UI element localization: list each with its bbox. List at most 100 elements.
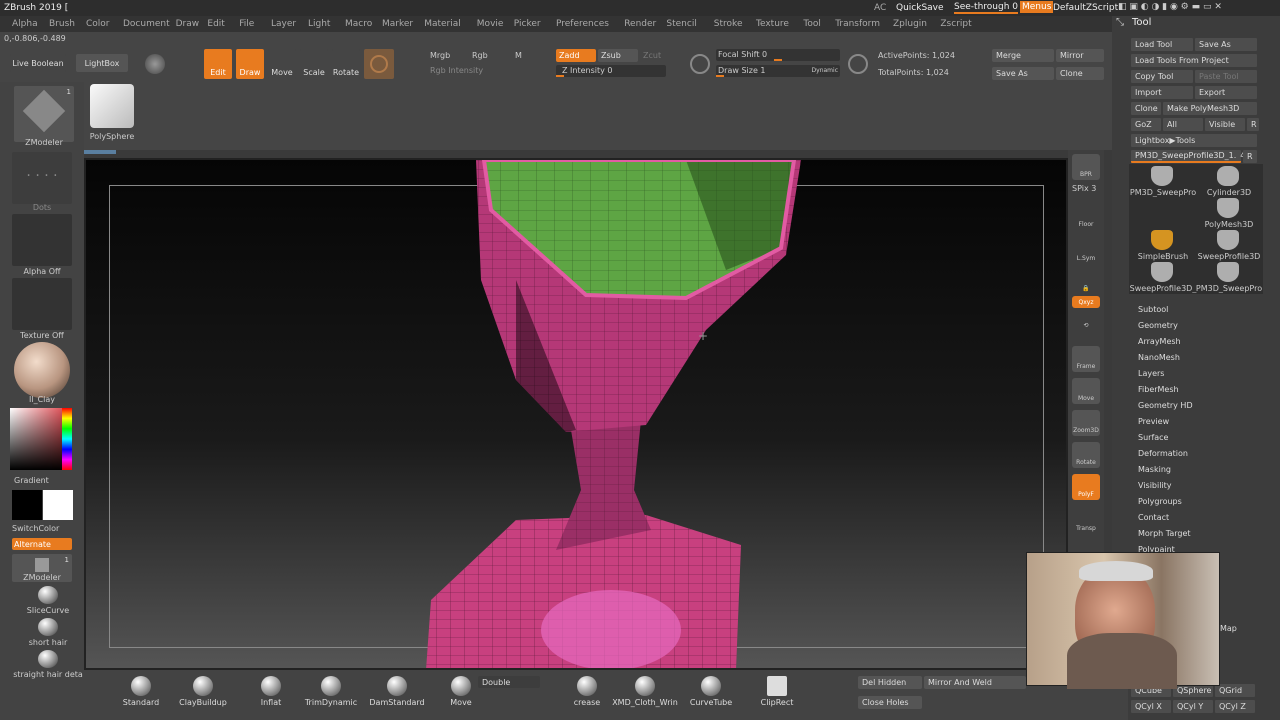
bottom-brush-cliprect[interactable]: ClipRect (744, 676, 810, 707)
tool-thumb-goblet-0-icon[interactable] (1151, 166, 1173, 186)
menu-stencil[interactable]: Stencil (666, 19, 696, 29)
menu-transform[interactable]: Transform (835, 19, 880, 29)
panel-layers[interactable]: Layers (1138, 369, 1164, 378)
document-canvas[interactable]: + (84, 158, 1068, 670)
bottom-brush-xmd-cloth-wrin[interactable]: XMD_Cloth_Wrin (612, 676, 678, 707)
dots-stroke-icon[interactable]: · · · · (12, 152, 72, 204)
tool-thumb-label-5[interactable]: SweepProfile3D_ (1129, 284, 1197, 293)
secondary-color-swatch[interactable] (12, 490, 42, 520)
spotlight-icon[interactable] (145, 54, 165, 74)
menu-draw[interactable]: Draw (176, 19, 200, 29)
mirror-button[interactable]: Mirror (1056, 49, 1104, 62)
panel-arraymesh[interactable]: ArrayMesh (1138, 337, 1181, 346)
window-controls-icon[interactable]: ◧ ▣ ◐ ◑ ▮ ◉ ⚙ ▬ ▭ ✕ (1118, 2, 1222, 12)
load-tools-from-project-button[interactable]: Load Tools From Project (1131, 54, 1257, 67)
bottom-brush-damstandard[interactable]: DamStandard (362, 676, 432, 707)
zcut-button[interactable]: Zcut (643, 51, 661, 60)
panel-fibermesh[interactable]: FiberMesh (1138, 385, 1179, 394)
material-swatch[interactable] (364, 49, 394, 79)
bottom-brush-trimdynamic[interactable]: TrimDynamic (296, 676, 366, 707)
lightbox-tools-button[interactable]: Lightbox▶Tools (1131, 134, 1257, 147)
lsym-button[interactable]: L.Sym (1072, 238, 1100, 264)
menu-texture[interactable]: Texture (756, 19, 789, 29)
panel-polygroups[interactable]: Polygroups (1138, 497, 1182, 506)
menu-zplugin[interactable]: Zplugin (893, 19, 927, 29)
panel-preview[interactable]: Preview (1138, 417, 1169, 426)
hue-strip[interactable] (62, 408, 72, 470)
import-button[interactable]: Import (1131, 86, 1193, 99)
brush-0-icon[interactable] (38, 586, 58, 604)
tool-thumb-label-0[interactable]: PM3D_SweepPro (1129, 188, 1197, 197)
material-sphere[interactable] (14, 342, 70, 398)
zoom3d-button[interactable]: Zoom3D (1072, 410, 1100, 436)
panel-subtool[interactable]: Subtool (1138, 305, 1168, 314)
switchcolor-button[interactable]: SwitchColor (12, 524, 59, 533)
dynamic-size-icon[interactable] (848, 54, 868, 74)
edit-button[interactable]: Edit (204, 49, 232, 79)
panel-deformation[interactable]: Deformation (1138, 449, 1188, 458)
panel-geometry[interactable]: Geometry (1138, 321, 1178, 330)
goz-all-button[interactable]: All (1163, 118, 1203, 131)
alternate-button[interactable]: Alternate (12, 538, 72, 550)
current-tool-thumbnail[interactable]: 1 (14, 86, 74, 142)
rotate-view-button[interactable]: Rotate (1072, 442, 1100, 468)
primary-color-swatch[interactable] (43, 490, 73, 520)
close-holes-button[interactable]: Close Holes (858, 696, 922, 709)
panel-masking[interactable]: Masking (1138, 465, 1171, 474)
primitive-qcyl-z-button[interactable]: QCyl Z (1215, 700, 1255, 713)
polyf-button[interactable]: PolyF (1072, 474, 1100, 500)
mirror-and-weld-button[interactable]: Mirror And Weld (924, 676, 1026, 689)
current-tool-slider[interactable]: PM3D_SweepProfile3D_1. 49 (1131, 150, 1250, 163)
menu-brush[interactable]: Brush (49, 19, 75, 29)
rgb-button[interactable]: Rgb (472, 51, 488, 60)
color-picker[interactable] (10, 408, 72, 470)
panel-morph-target[interactable]: Morph Target (1138, 529, 1191, 538)
double-button[interactable]: Double (478, 676, 540, 688)
zsub-button[interactable]: Zsub (598, 49, 638, 62)
frame-button[interactable]: Frame (1072, 346, 1100, 372)
mrgb-button[interactable]: Mrgb (430, 51, 450, 60)
tool-palette-header[interactable]: Tool (1132, 17, 1151, 28)
m-button[interactable]: M (515, 51, 522, 60)
bottom-brush-standard[interactable]: Standard (106, 676, 176, 707)
floor-button[interactable]: Floor (1072, 204, 1100, 230)
menu-picker[interactable]: Picker (514, 19, 541, 29)
copy-tool-button[interactable]: Copy Tool (1131, 70, 1193, 83)
primitive-qcyl-x-button[interactable]: QCyl X (1131, 700, 1171, 713)
menu-material[interactable]: Material (424, 19, 461, 29)
tool-thumb-label-6[interactable]: PM3D_SweepPro (1195, 284, 1263, 293)
menu-tool[interactable]: Tool (803, 19, 820, 29)
menu-stroke[interactable]: Stroke (714, 19, 743, 29)
menu-preferences[interactable]: Preferences (556, 19, 609, 29)
make-polymesh-button[interactable]: Make PolyMesh3D (1163, 102, 1257, 115)
bottom-brush-claybuildup[interactable]: ClayBuildup (168, 676, 238, 707)
bpr-button[interactable]: BPR (1072, 154, 1100, 180)
rgb-intensity-slider[interactable]: Rgb Intensity (430, 66, 483, 75)
dynamic-toggle[interactable]: Dynamic (812, 67, 838, 74)
merge-button[interactable]: Merge (992, 49, 1054, 62)
menu-file[interactable]: File (239, 19, 254, 29)
panel-geometry-hd[interactable]: Geometry HD (1138, 401, 1193, 410)
lightbox-button[interactable]: LightBox (76, 54, 128, 72)
lock-icon[interactable]: 🔒 (1072, 268, 1100, 294)
see-through-slider[interactable]: See-through 0 (954, 2, 1018, 14)
tool-thumb-label-2[interactable]: PolyMesh3D (1195, 220, 1263, 229)
menu-light[interactable]: Light (308, 19, 330, 29)
clone-button[interactable]: Clone (1056, 67, 1104, 80)
panel-surface[interactable]: Surface (1138, 433, 1168, 442)
primitive-qgrid-button[interactable]: QGrid (1215, 684, 1255, 697)
move-view-button[interactable]: Move (1072, 378, 1100, 404)
save-as-button[interactable]: Save As (992, 67, 1054, 80)
lazy-mouse-icon[interactable] (690, 54, 710, 74)
menu-zscript[interactable]: Zscript (940, 19, 971, 29)
polysphere-thumbnail[interactable] (90, 84, 134, 128)
tool-palette-icon[interactable]: ⤡ (1116, 17, 1124, 28)
menu-alpha[interactable]: Alpha (12, 19, 38, 29)
bottom-brush-crease[interactable]: crease (554, 676, 620, 707)
bottom-brush-curvetube[interactable]: CurveTube (678, 676, 744, 707)
tool-thumb-cylinder-1-icon[interactable] (1217, 166, 1239, 186)
export-button[interactable]: Export (1195, 86, 1257, 99)
draw-button[interactable]: Draw (236, 49, 264, 79)
alpha-thumbnail[interactable] (12, 214, 72, 266)
z-intensity-slider[interactable]: Z Intensity 0 (556, 65, 666, 77)
